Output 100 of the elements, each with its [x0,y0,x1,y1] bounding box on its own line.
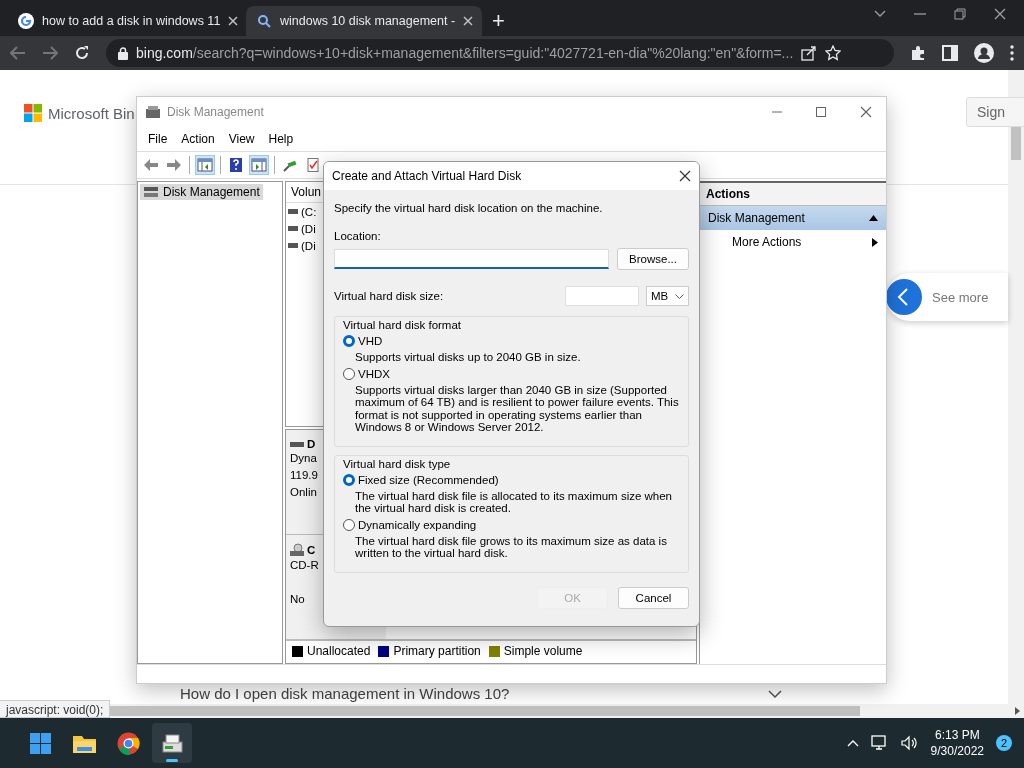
triangle-right-icon[interactable] [872,237,878,247]
network-icon[interactable] [870,735,889,751]
star-icon[interactable] [825,45,842,61]
disk-type: CD-R [290,559,319,573]
option-description: Supports virtual disks up to 2040 GB in size. [354,351,582,364]
radio-button[interactable] [343,473,355,486]
panel-button[interactable] [195,155,215,175]
chevron-down-icon [675,293,684,299]
chevron-left-icon[interactable] [886,279,922,315]
volume-name[interactable]: (C: [301,205,317,218]
menu-item[interactable]: Help [261,132,301,146]
drive-icon [288,243,298,248]
field-label: Virtual hard disk size: [334,290,445,302]
close-icon[interactable] [463,16,474,26]
scrollbar[interactable] [1008,70,1024,704]
browser-tab[interactable]: windows 10 disk management - [246,6,482,36]
menu-item[interactable]: View [221,132,262,146]
drive-icon [288,226,298,231]
chevron-up-icon[interactable] [846,739,859,747]
close-icon[interactable] [994,8,1006,20]
arrow-right-icon[interactable] [1015,707,1020,715]
taskbar-app[interactable] [152,723,192,763]
start-icon [27,730,53,756]
disk-name: C [307,544,316,556]
windows-logo-icon [24,104,42,122]
checklist-icon [305,158,321,172]
action-group-header[interactable]: Disk Management [700,206,886,230]
legend-label: Simple volume [503,644,583,658]
disk-status: No [290,593,305,607]
more-icon[interactable] [1010,45,1014,61]
disk-stack-icon [143,185,159,199]
disk-name: D [307,438,316,450]
sign-in-button[interactable]: Sign [966,97,1024,127]
tab-title: windows 10 disk management - [280,14,456,28]
side-panel-icon[interactable] [942,45,958,61]
panel-icon [197,158,213,172]
see-more-text: See more [932,289,989,305]
radio-button[interactable] [343,335,355,347]
site-logo-text[interactable]: Microsoft Bin [48,104,135,122]
tree-item[interactable]: Disk Management [140,184,263,200]
panel-button[interactable] [249,155,269,175]
google-icon [18,13,34,29]
window-title: Disk Management [167,105,264,119]
reload-icon[interactable] [74,45,90,61]
close-icon[interactable] [228,16,239,26]
input-field[interactable] [565,286,639,306]
legend-label: Unallocated [307,644,371,658]
action-item[interactable]: More Actions [700,230,886,254]
chevron-down-icon[interactable] [874,10,886,18]
maximize-icon[interactable] [816,107,826,117]
plug-icon [282,158,298,172]
address-bar[interactable]: bing.com/search?q=windows+10+disk+management&filters=guid:"4027721-en-dia"%20lang:"en"&form=... [106,39,894,67]
back-arrow-icon [143,158,159,172]
link-status-tooltip: javascript: void(0); [0,700,111,718]
speaker-icon[interactable] [900,735,919,751]
restore-icon[interactable] [954,8,966,20]
radio-label[interactable]: Dynamically expanding [358,518,477,531]
browser-tab[interactable]: how to add a disk in windows 11 [8,6,244,36]
faq-question[interactable]: How do I open disk management in Windows 10? [180,685,510,702]
radio-label[interactable]: Fixed size (Recommended) [358,473,499,486]
cd-drive-icon [290,543,304,557]
radio-button[interactable] [343,367,355,380]
share-icon[interactable] [801,45,818,61]
chevron-down-icon[interactable] [768,690,782,698]
menu-item[interactable]: File [141,132,175,146]
tab-title: how to add a disk in windows 11 [42,14,221,28]
instruction-text: Specify the virtual hard disk location on the machine. [334,202,604,214]
radio-label[interactable]: VHD [358,335,383,347]
browse-button[interactable]: Browse... [617,248,689,270]
lock-icon [118,46,128,60]
close-icon[interactable] [860,106,872,118]
forward-icon[interactable] [42,46,58,60]
help-icon [228,158,244,172]
radio-button[interactable] [343,518,355,531]
disk-size: 119.9 [290,469,318,483]
triangle-up-icon[interactable] [869,215,878,221]
url-text: bing.com/search?q=windows+10+disk+management&filters=guid:"4027721-en-dia"%20lang:"en"&form=... [136,45,794,61]
clock[interactable]: 6:13 PM 9/30/2022 [930,727,984,759]
browser-icon [115,730,141,756]
unit-dropdown[interactable]: MB [646,286,689,306]
back-icon[interactable] [10,46,26,60]
notification-badge[interactable]: 2 [996,735,1012,751]
date-text: 9/30/2022 [930,743,984,759]
close-icon[interactable] [679,170,691,182]
panel-icon [251,158,267,172]
search-icon [256,13,272,29]
radio-label[interactable]: VHDX [358,367,390,380]
disk-type: Dyna [290,452,317,466]
dialog-title: Create and Attach Virtual Hard Disk [332,169,522,183]
input-field[interactable] [334,249,609,269]
volume-name[interactable]: (Di [301,222,316,235]
profile-icon[interactable] [974,43,994,63]
new-tab-button[interactable]: + [492,10,505,32]
dialog-button[interactable]: Cancel [618,586,689,609]
puzzle-icon[interactable] [910,45,926,61]
volume-name[interactable]: (Di [301,239,316,252]
group-title: Virtual hard disk type [343,457,452,470]
see-more-card[interactable]: See more [886,273,1008,321]
drive-icon [290,441,304,447]
menu-item[interactable]: Action [174,132,222,146]
